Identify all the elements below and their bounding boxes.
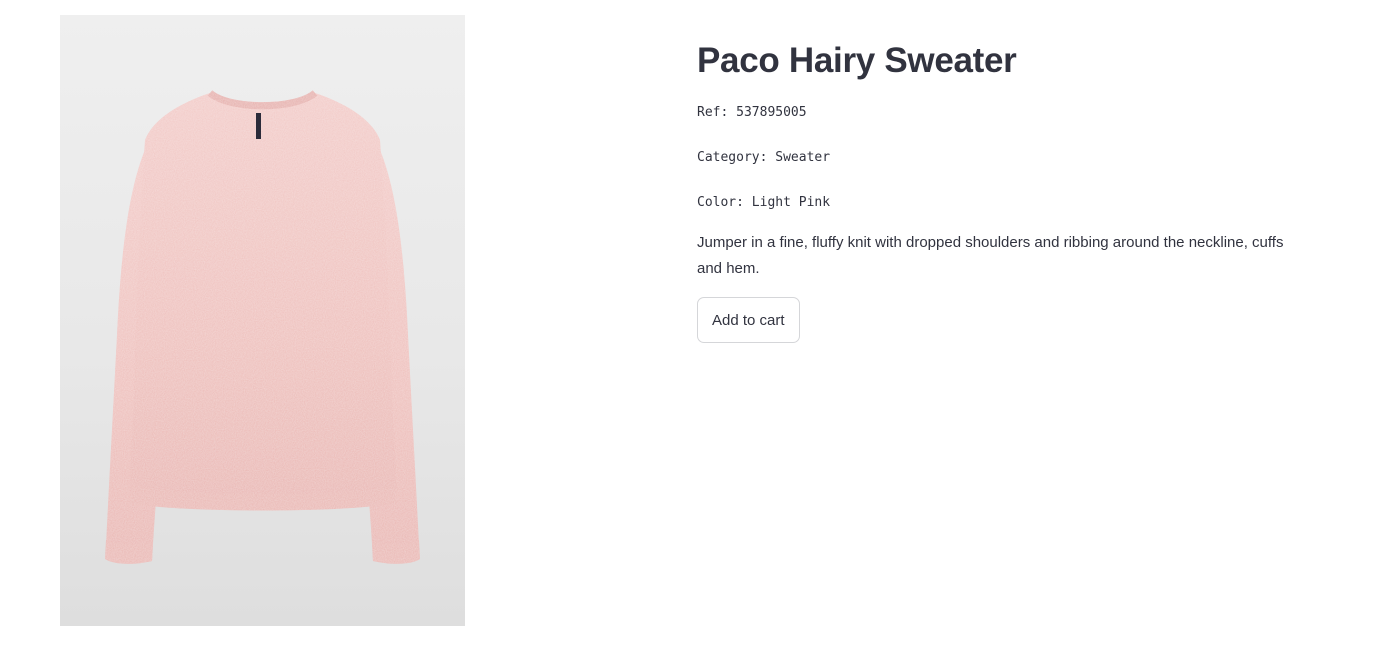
product-image — [60, 15, 465, 626]
product-description: Jumper in a fine, fluffy knit with dropp… — [697, 234, 1284, 277]
sweater-illustration — [105, 90, 420, 564]
product-page: Paco Hairy Sweater Ref: 537895005 Catego… — [0, 0, 1382, 656]
product-category: Category: Sweater — [697, 150, 831, 165]
product-ref: Ref: 537895005 — [697, 105, 807, 120]
product-title: Paco Hairy Sweater — [697, 41, 1017, 80]
add-to-cart-button[interactable]: Add to cart — [697, 297, 800, 343]
product-color: Color: Light Pink — [697, 195, 831, 210]
product-details: Paco Hairy Sweater Ref: 537895005 Catego… — [697, 38, 1337, 343]
